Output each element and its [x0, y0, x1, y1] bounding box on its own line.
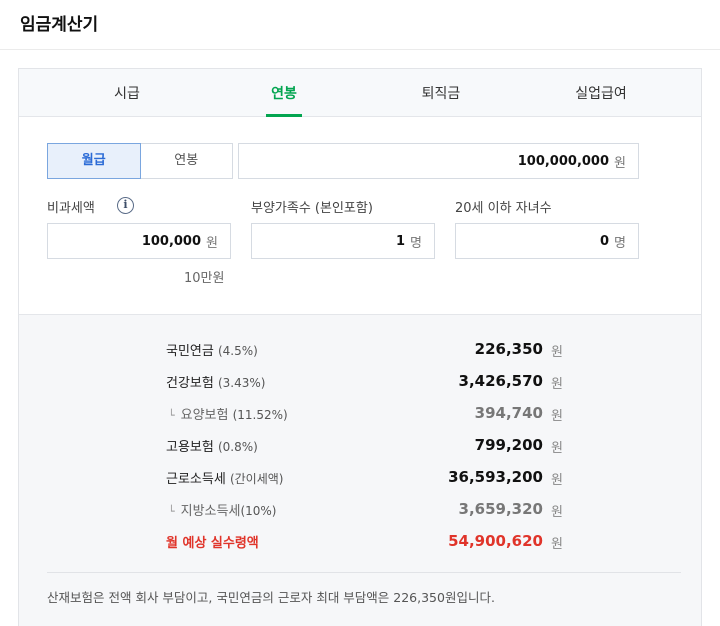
- monthly-toggle-button[interactable]: 월급: [47, 143, 141, 179]
- result-name: 지방소득세: [180, 504, 241, 519]
- tab-hourly[interactable]: 시급: [67, 69, 187, 117]
- children-value: 0: [599, 233, 610, 249]
- result-value: 226,350: [474, 340, 543, 358]
- result-row-local-tax: └ 지방소득세(10%) 3,659,320 원: [19, 500, 701, 520]
- nontaxable-value: 100,000: [141, 233, 202, 249]
- result-unit: 원: [551, 537, 563, 552]
- result-unit: 원: [551, 441, 563, 456]
- tab-annual[interactable]: 연봉: [224, 69, 344, 117]
- result-name: 건강보험: [166, 376, 214, 391]
- result-row-net-pay: 월 예상 실수령액 54,900,620 원: [19, 532, 701, 552]
- info-icon[interactable]: i: [117, 197, 134, 214]
- result-unit: 원: [551, 505, 563, 520]
- sub-item-corner-icon: └: [168, 505, 175, 518]
- nontaxable-unit: 원: [206, 235, 218, 251]
- result-rate: (0.8%): [217, 440, 258, 454]
- result-rate: (3.43%): [217, 376, 266, 390]
- result-row-health: 건강보험 (3.43%) 3,426,570 원: [19, 372, 701, 392]
- children-unit: 명: [614, 235, 626, 251]
- result-name: 국민연금: [166, 344, 214, 359]
- result-unit: 원: [551, 377, 563, 392]
- dependents-input[interactable]: 1 명: [251, 223, 435, 259]
- dependents-label: 부양가족수 (본인포함): [251, 201, 373, 216]
- tab-severance[interactable]: 퇴직금: [381, 69, 501, 117]
- nontaxable-input[interactable]: 100,000 원: [47, 223, 231, 259]
- nontaxable-hint: 10만원: [184, 271, 225, 286]
- children-input[interactable]: 0 명: [455, 223, 639, 259]
- dependents-value: 1: [395, 233, 406, 249]
- result-value: 36,593,200: [448, 468, 543, 486]
- result-unit: 원: [551, 473, 563, 488]
- results-divider: [47, 572, 681, 573]
- result-rate: (간이세액): [229, 472, 284, 486]
- nontaxable-label: 비과세액: [47, 201, 95, 216]
- result-value: 394,740: [474, 404, 543, 422]
- result-name: 고용보험: [166, 440, 214, 455]
- pay-type-toggle: 월급 연봉: [47, 143, 233, 179]
- net-pay-label: 월 예상 실수령액: [166, 536, 259, 551]
- result-unit: 원: [551, 345, 563, 360]
- salary-value: 100,000,000: [517, 153, 610, 169]
- result-rate: (4.5%): [217, 344, 258, 358]
- result-value: 799,200: [474, 436, 543, 454]
- salary-input[interactable]: 100,000,000 원: [238, 143, 639, 179]
- footnote: 산재보험은 전액 회사 부담이고, 국민연금의 근로자 최대 부담액은 226,…: [47, 590, 495, 605]
- page-title: 임금계산기: [20, 15, 99, 35]
- result-row-pension: 국민연금 (4.5%) 226,350 원: [19, 340, 701, 360]
- dependents-unit: 명: [410, 235, 422, 251]
- net-pay-value: 54,900,620: [448, 532, 543, 550]
- result-value: 3,426,570: [458, 372, 543, 390]
- salary-unit: 원: [614, 155, 626, 171]
- result-value: 3,659,320: [458, 500, 543, 518]
- app-header: 임금계산기: [0, 0, 720, 50]
- result-rate: (10%): [240, 504, 277, 518]
- results-panel: 국민연금 (4.5%) 226,350 원 건강보험 (3.43%) 3,426…: [19, 314, 701, 626]
- tab-unemployment[interactable]: 실업급여: [541, 69, 661, 117]
- calculator-card: 시급 연봉 퇴직금 실업급여 월급 연봉 100,000,000 원 비과세액 …: [18, 68, 702, 626]
- result-row-longterm-care: └ 요양보험 (11.52%) 394,740 원: [19, 404, 701, 424]
- result-name: 근로소득세: [166, 472, 226, 487]
- result-name: 요양보험: [180, 408, 229, 423]
- tab-bar: 시급 연봉 퇴직금 실업급여: [19, 69, 701, 117]
- result-row-employment: 고용보험 (0.8%) 799,200 원: [19, 436, 701, 456]
- result-unit: 원: [551, 409, 563, 424]
- annual-toggle-button[interactable]: 연봉: [141, 144, 233, 178]
- result-rate: (11.52%): [232, 408, 288, 422]
- sub-item-corner-icon: └: [168, 409, 175, 422]
- children-label: 20세 이하 자녀수: [455, 201, 552, 216]
- result-row-income-tax: 근로소득세 (간이세액) 36,593,200 원: [19, 468, 701, 488]
